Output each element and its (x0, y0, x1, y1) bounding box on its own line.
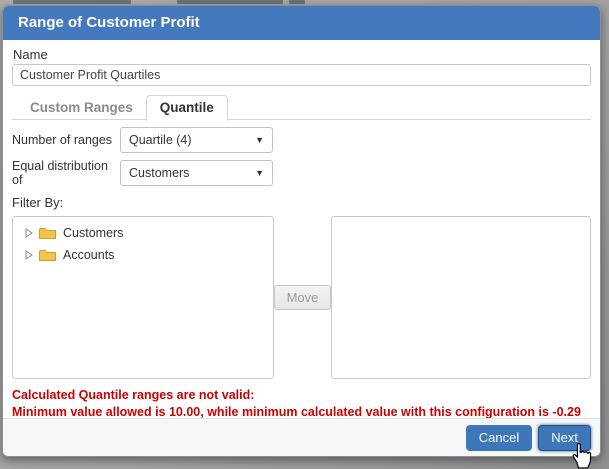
dialog-header: Range of Customer Profit (3, 6, 600, 40)
chevron-down-icon: ▼ (255, 136, 264, 145)
tree-item-label: Customers (63, 226, 123, 240)
number-of-ranges-value: Quartile (4) (129, 133, 192, 147)
number-of-ranges-row: Number of ranges Quartile (4) ▼ (12, 127, 591, 153)
name-label: Name (12, 45, 591, 64)
tree-item-label: Accounts (63, 248, 114, 262)
source-listbox[interactable]: Customers Accounts (12, 216, 274, 379)
target-listbox[interactable] (331, 216, 591, 379)
equal-distribution-row: Equal distribution of Customers ▼ (12, 160, 591, 186)
validation-errors: Calculated Quantile ranges are not valid… (12, 387, 591, 421)
expander-arrow-icon[interactable] (25, 250, 33, 260)
error-line: Calculated Quantile ranges are not valid… (12, 387, 591, 404)
move-button[interactable]: Move (274, 285, 332, 310)
hand-cursor-icon (569, 440, 596, 469)
folder-icon (39, 249, 56, 262)
filter-lists: Customers Accounts Move (12, 216, 591, 379)
cancel-button[interactable]: Cancel (466, 425, 532, 451)
folder-icon (39, 227, 56, 240)
number-of-ranges-select[interactable]: Quartile (4) ▼ (120, 127, 273, 153)
chevron-down-icon: ▼ (255, 169, 264, 178)
number-of-ranges-label: Number of ranges (12, 133, 120, 147)
equal-distribution-select[interactable]: Customers ▼ (120, 160, 273, 186)
tab-custom-ranges[interactable]: Custom Ranges (17, 96, 146, 120)
dialog-title: Range of Customer Profit (18, 14, 200, 31)
backdrop-text-fragment (13, 0, 131, 4)
tab-bar: Custom RangesQuantile (12, 94, 591, 120)
backdrop-text-fragment (289, 0, 305, 4)
dialog-footer: Cancel Next (3, 418, 600, 456)
name-input[interactable] (12, 64, 591, 86)
range-dialog: Range of Customer Profit Name Custom Ran… (2, 5, 601, 457)
tab-quantile[interactable]: Quantile (146, 95, 228, 121)
tree-item-accounts[interactable]: Accounts (13, 244, 273, 266)
backdrop-text-fragment (177, 0, 283, 4)
filter-by-label: Filter By: (12, 195, 591, 211)
tree-item-customers[interactable]: Customers (13, 222, 273, 244)
move-column: Move (274, 216, 332, 379)
dialog-body: Name Custom RangesQuantile Number of ran… (3, 40, 600, 421)
equal-distribution-label: Equal distribution of (12, 159, 120, 187)
expander-arrow-icon[interactable] (25, 228, 33, 238)
equal-distribution-value: Customers (129, 166, 189, 180)
